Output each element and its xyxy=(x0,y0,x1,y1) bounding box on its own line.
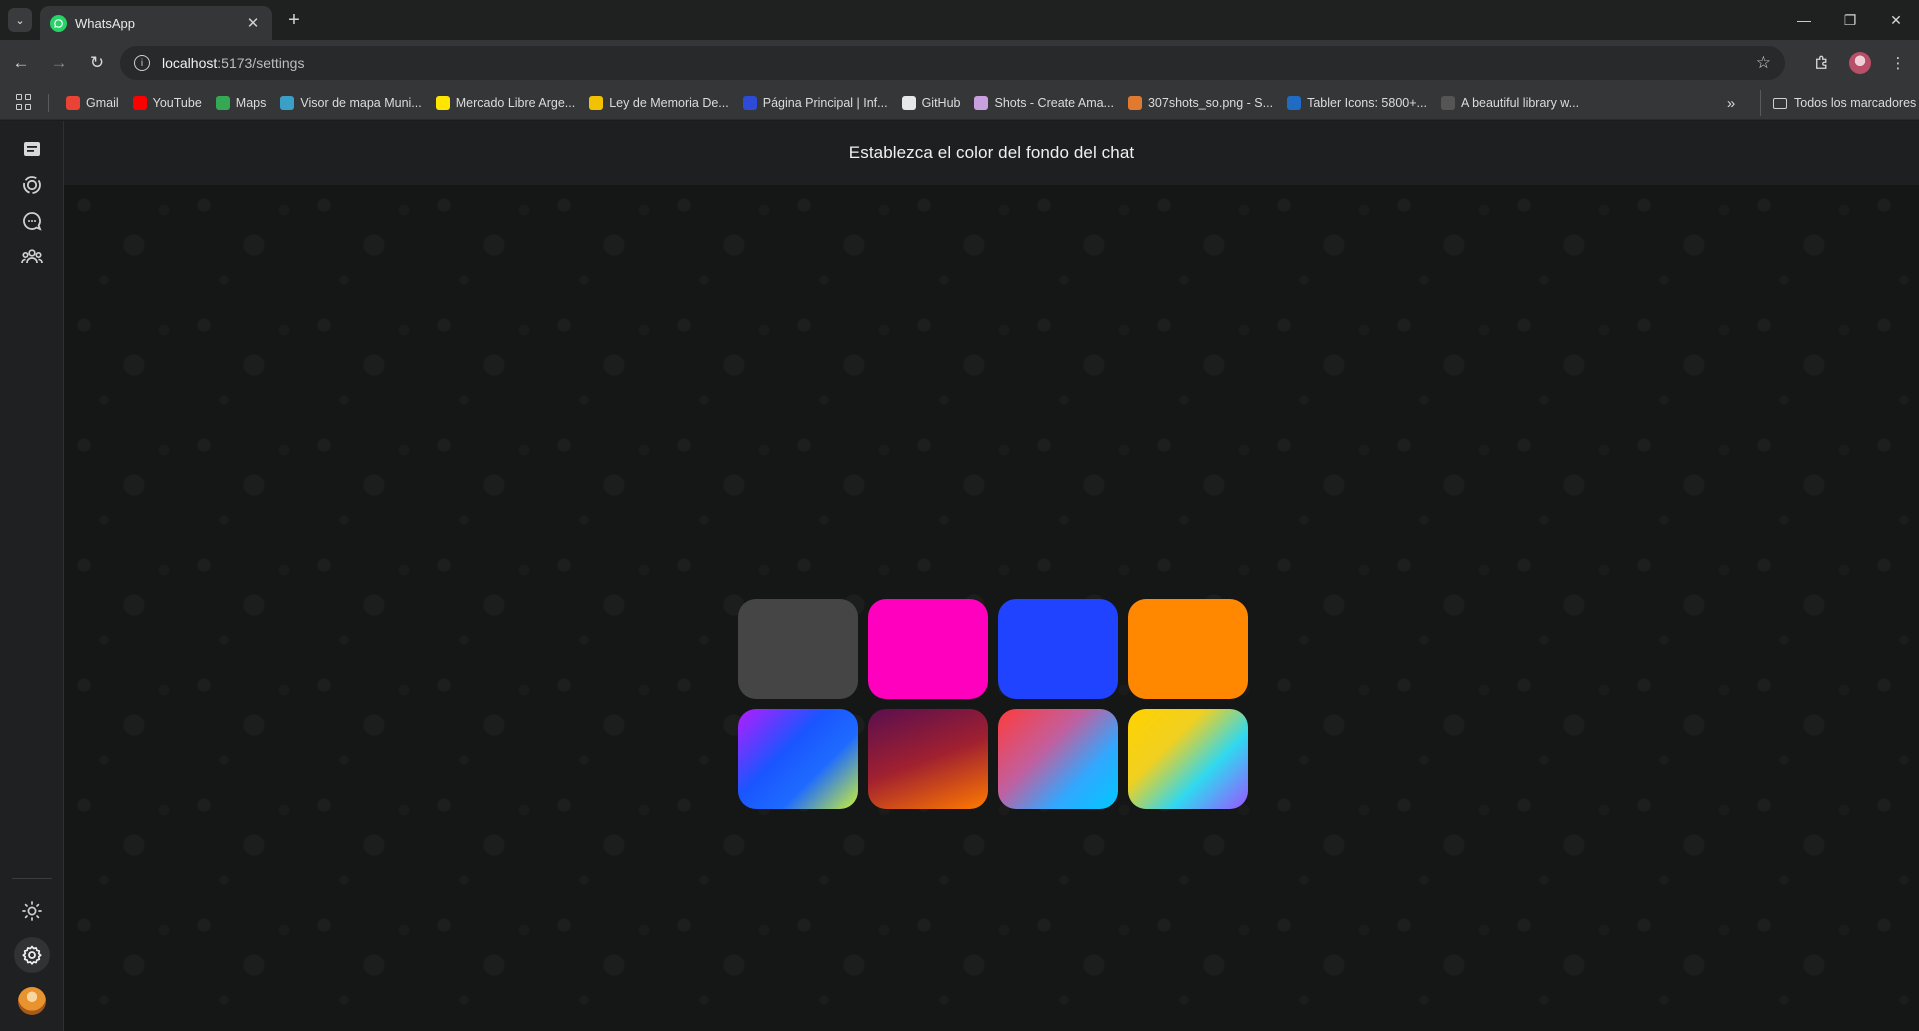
bookmark-label: YouTube xyxy=(152,95,202,110)
settings-header: Establezca el color del fondo del chat xyxy=(64,121,1919,185)
bookmark-label: Maps xyxy=(235,95,267,110)
bookmark-item[interactable]: Mercado Libre Arge... xyxy=(429,90,583,116)
more-bookmarks-icon[interactable]: » xyxy=(1718,90,1744,116)
bookmark-favicon-icon xyxy=(1440,95,1455,110)
chat-wallpaper xyxy=(64,185,1919,1031)
bookmark-label: Visor de mapa Muni... xyxy=(300,95,422,110)
bookmark-item[interactable]: A beautiful library w... xyxy=(1434,90,1586,116)
bookmark-favicon-icon xyxy=(1287,95,1302,110)
color-swatch-plum-orange[interactable] xyxy=(868,709,988,809)
bookmark-item[interactable]: Tabler Icons: 5800+... xyxy=(1280,90,1434,116)
bookmark-item[interactable]: Gmail xyxy=(59,90,126,116)
new-tab-icon[interactable]: + xyxy=(282,9,306,32)
status-icon[interactable] xyxy=(14,167,50,203)
whatsapp-app: Establezca el color del fondo del chat xyxy=(0,121,1919,1031)
restore-icon[interactable]: ❐ xyxy=(1827,0,1873,40)
bookmark-favicon-icon xyxy=(974,95,989,110)
color-swatch-grid xyxy=(738,599,1248,809)
settings-icon[interactable] xyxy=(14,937,50,973)
minimize-icon[interactable]: — xyxy=(1781,0,1827,40)
apps-grid-icon[interactable] xyxy=(16,93,34,112)
profile-avatar[interactable] xyxy=(1849,52,1871,74)
address-url: localhost:5173/settings xyxy=(162,55,305,71)
bookmark-item[interactable]: YouTube xyxy=(126,90,209,116)
bookmark-label: Mercado Libre Arge... xyxy=(455,95,576,110)
all-bookmarks-label: Todos los marcadores xyxy=(1794,96,1917,110)
color-swatch-blue[interactable] xyxy=(998,599,1118,699)
tab-search-icon[interactable]: ⌄ xyxy=(8,8,32,32)
bookmark-favicon-icon xyxy=(215,95,230,110)
sidebar-divider xyxy=(12,878,52,879)
bookmark-label: Shots - Create Ama... xyxy=(994,95,1114,110)
bookmark-label: 307shots_so.png - S... xyxy=(1147,95,1274,110)
bookmark-label: Ley de Memoria De... xyxy=(609,95,729,110)
bookmarks-list: Gmail YouTube Maps Visor de mapa Muni... Mer… xyxy=(59,90,1586,116)
bookmark-favicon-icon xyxy=(66,95,80,110)
bookmark-item[interactable]: Shots - Create Ama... xyxy=(967,90,1121,116)
bookmark-favicon-icon xyxy=(589,95,604,110)
color-swatch-purple-blue-lime[interactable] xyxy=(738,709,858,809)
back-icon[interactable]: ← xyxy=(4,46,38,80)
bookmark-favicon-icon xyxy=(1127,95,1142,110)
bookmark-star-icon[interactable]: ☆ xyxy=(1756,53,1771,73)
bookmark-item[interactable]: GitHub xyxy=(895,90,968,116)
bookmark-item[interactable]: Ley de Memoria De... xyxy=(582,90,736,116)
tab-title: WhatsApp xyxy=(75,15,135,31)
color-swatch-orange[interactable] xyxy=(1128,599,1248,699)
bookmarks-separator xyxy=(48,93,49,112)
theme-icon[interactable] xyxy=(14,893,50,929)
settings-panel: Establezca el color del fondo del chat xyxy=(64,121,1919,1031)
bookmark-favicon-icon xyxy=(742,95,757,110)
bookmark-item[interactable]: Página Principal | Inf... xyxy=(736,90,895,116)
bookmarks-bar: Gmail YouTube Maps Visor de mapa Muni... Mer… xyxy=(0,86,1919,120)
site-info-icon[interactable]: i xyxy=(134,55,150,71)
color-swatch-magenta[interactable] xyxy=(868,599,988,699)
tab-close-icon[interactable]: ✕ xyxy=(244,14,262,32)
communities-icon[interactable] xyxy=(14,239,50,275)
user-avatar[interactable] xyxy=(18,987,46,1015)
bookmark-label: Gmail xyxy=(86,95,119,110)
toolbar-right: ⋮ xyxy=(1809,46,1911,80)
left-sidebar xyxy=(0,121,64,1031)
menu-kebab-icon[interactable]: ⋮ xyxy=(1885,50,1911,76)
chats-icon[interactable] xyxy=(14,131,50,167)
bookmark-label: Tabler Icons: 5800+... xyxy=(1307,95,1427,110)
address-bar[interactable]: i localhost:5173/settings ☆ xyxy=(120,46,1785,80)
page-title: Establezca el color del fondo del chat xyxy=(848,143,1135,162)
forward-icon[interactable]: → xyxy=(42,46,76,80)
color-swatch-coral-sky[interactable] xyxy=(998,709,1118,809)
tab-whatsapp[interactable]: WhatsApp ✕ xyxy=(40,6,272,40)
bookmark-favicon-icon xyxy=(280,95,295,110)
bookmark-label: Página Principal | Inf... xyxy=(762,95,888,110)
color-swatch-gold-cyan-violet[interactable] xyxy=(1128,709,1248,809)
bookmark-label: A beautiful library w... xyxy=(1460,95,1580,110)
window-controls: — ❐ ✕ xyxy=(1781,0,1919,40)
whatsapp-icon xyxy=(50,14,67,32)
bookmark-favicon-icon xyxy=(435,95,450,110)
bookmark-item[interactable]: Maps xyxy=(209,90,274,116)
reload-icon[interactable]: ↻ xyxy=(80,46,114,80)
bookmark-favicon-icon xyxy=(132,95,147,110)
bookmark-item[interactable]: 307shots_so.png - S... xyxy=(1121,90,1280,116)
close-window-icon[interactable]: ✕ xyxy=(1873,0,1919,40)
color-swatch-gray[interactable] xyxy=(738,599,858,699)
browser-toolbar: ← → ↻ i localhost:5173/settings ☆ ⋮ xyxy=(0,40,1919,86)
extensions-icon[interactable] xyxy=(1809,50,1835,76)
folder-icon xyxy=(1773,97,1787,109)
tab-strip: ⌄ WhatsApp ✕ + — ❐ ✕ xyxy=(0,0,1919,40)
bookmark-item[interactable]: Visor de mapa Muni... xyxy=(273,90,428,116)
bookmark-label: GitHub xyxy=(921,95,961,110)
bookmark-favicon-icon xyxy=(901,95,916,110)
channels-icon[interactable] xyxy=(14,203,50,239)
all-bookmarks-button[interactable]: Todos los marcadores xyxy=(1760,90,1916,116)
